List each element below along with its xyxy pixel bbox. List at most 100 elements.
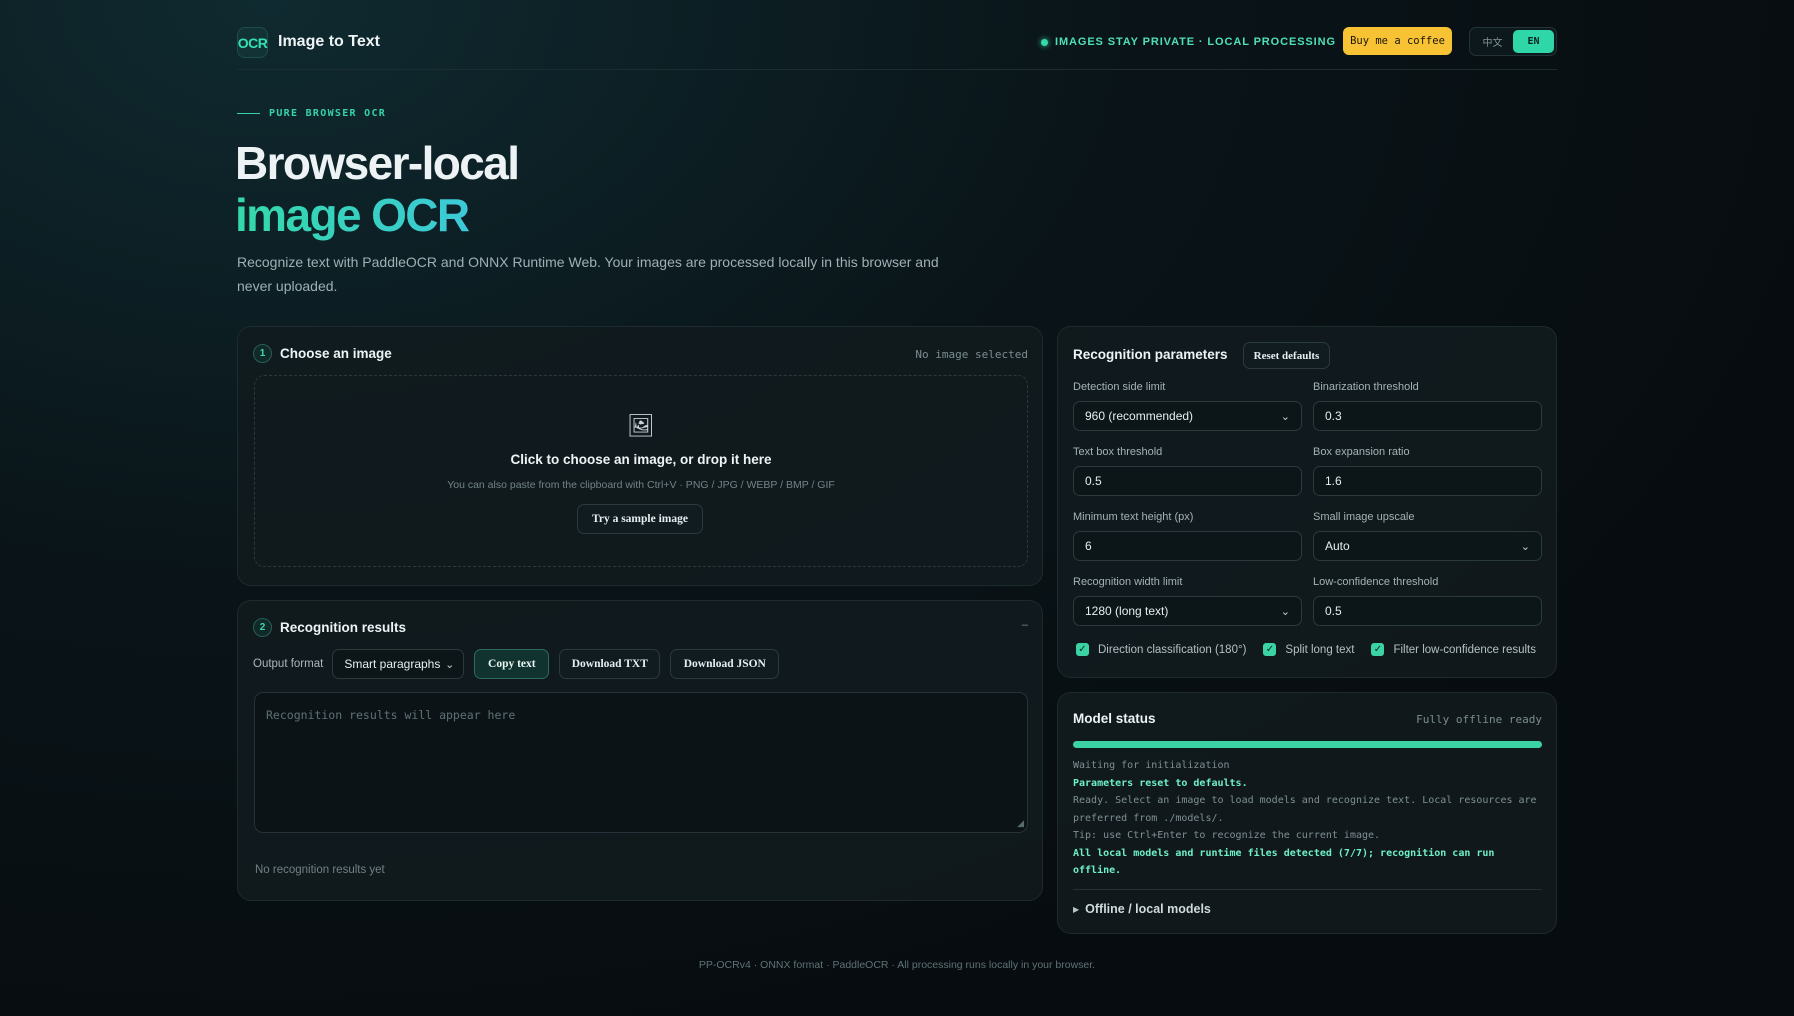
model-status-title: Model status [1073,711,1156,726]
field-value: 0.5 [1085,474,1102,488]
binarization-threshold-input[interactable]: 0.3 [1313,401,1542,431]
field-value: 0.5 [1325,604,1342,618]
privacy-badge: IMAGES STAY PRIVATE · LOCAL PROCESSING [1041,36,1336,48]
parameter-checkboxes: ✓ Direction classification (180°) ✓ Spli… [1076,643,1536,656]
eyebrow: PURE BROWSER OCR [237,108,386,119]
checkmark-icon[interactable]: ✓ [1263,643,1277,656]
results-heading: 2 Recognition results [253,618,406,637]
privacy-text: IMAGES STAY PRIVATE · LOCAL PROCESSING [1055,36,1336,48]
eyebrow-text: PURE BROWSER OCR [269,108,387,119]
field-value: 6 [1085,539,1092,553]
logo: OCR [237,27,268,58]
collapse-toggle[interactable]: – [1022,619,1028,631]
chevron-down-icon: ⌄ [445,658,455,671]
lang-zh-button[interactable]: 中文 [1472,30,1513,53]
log-line: Parameters reset to defaults. [1073,777,1248,789]
field-detection-side-limit: Detection side limit 960 (recommended) ⌄ [1073,381,1302,431]
card-title: Recognition results [280,620,407,635]
field-label: Binarization threshold [1313,381,1419,393]
top-header: OCR Image to Text IMAGES STAY PRIVATE · … [237,26,1557,70]
dropzone-title: Click to choose an image, or drop it her… [510,452,772,467]
box-expansion-ratio-input[interactable]: 1.6 [1313,466,1542,496]
parameters-title: Recognition parameters [1073,347,1228,362]
field-label: Small image upscale [1313,511,1415,523]
model-status-card: Model status Fully offline ready Waiting… [1057,692,1557,934]
field-binarization-threshold: Binarization threshold 0.3 [1313,381,1542,431]
small-image-upscale-select[interactable]: Auto ⌄ [1313,531,1542,561]
field-label: Text box threshold [1073,446,1163,458]
field-value: Auto [1325,539,1350,553]
field-value: 1.6 [1325,474,1342,488]
checkmark-icon[interactable]: ✓ [1371,643,1385,656]
buy-coffee-button[interactable]: Buy me a coffee [1343,27,1452,55]
triangle-right-icon: ▶ [1073,904,1080,914]
chevron-down-icon: ⌄ [1520,540,1530,553]
dropzone-hint: You can also paste from the clipboard wi… [447,479,835,491]
reset-defaults-button[interactable]: Reset defaults [1243,342,1330,369]
image-status: No image selected [915,348,1028,361]
log-line: Ready. Select an image to load models an… [1073,795,1537,824]
language-switch: 中文 EN [1469,27,1557,56]
output-format-select[interactable]: Smart paragraphs ⌄ [332,649,465,679]
image-dropzone[interactable]: 🖼 Click to choose an image, or drop it h… [254,375,1028,567]
detection-side-limit-select[interactable]: 960 (recommended) ⌄ [1073,401,1302,431]
log-line: Tip: use Ctrl+Enter to recognize the cur… [1073,830,1381,841]
card-title: Choose an image [280,346,392,361]
direction-classification-checkbox[interactable]: ✓ Direction classification (180°) [1076,643,1246,656]
offline-models-label: Offline / local models [1085,902,1211,916]
image-icon: 🖼 [627,413,655,438]
step-number: 2 [253,618,272,637]
page-footer: PP-OCRv4 · ONNX format · PaddleOCR · All… [698,959,1096,971]
resize-handle-icon[interactable]: ◢ [1017,818,1024,829]
field-label: Recognition width limit [1073,576,1183,588]
field-label: Box expansion ratio [1313,446,1410,458]
field-small-image-upscale: Small image upscale Auto ⌄ [1313,511,1542,561]
results-card: 2 Recognition results – Output format Sm… [237,600,1043,901]
low-confidence-threshold-input[interactable]: 0.5 [1313,596,1542,626]
step-number: 1 [253,344,272,363]
text-box-threshold-input[interactable]: 0.5 [1073,466,1302,496]
results-textarea[interactable]: Recognition results will appear here ◢ [254,692,1028,833]
page-description: Recognize text with PaddleOCR and ONNX R… [237,254,939,294]
log-line: All local models and runtime files detec… [1073,847,1495,877]
filter-low-confidence-checkbox[interactable]: ✓ Filter low-confidence results [1371,643,1536,656]
model-progress-fill [1073,741,1542,748]
split-long-text-checkbox[interactable]: ✓ Split long text [1263,643,1354,656]
model-status-text: Fully offline ready [1416,713,1542,726]
results-placeholder: Recognition results will appear here [266,708,516,722]
download-txt-button[interactable]: Download TXT [559,649,661,679]
page-title-line1: Browser-local [235,137,520,189]
chevron-down-icon: ⌄ [1280,410,1290,423]
field-min-text-height: Minimum text height (px) 6 [1073,511,1302,561]
eyebrow-line [237,113,260,114]
results-toolbar: Output format Smart paragraphs ⌄ Copy te… [253,649,780,679]
status-dot-icon [1041,38,1048,46]
field-box-expansion-ratio: Box expansion ratio 1.6 [1313,446,1542,496]
log-line: Waiting for initialization [1073,760,1230,771]
checkmark-icon[interactable]: ✓ [1076,643,1089,656]
field-value: 960 (recommended) [1085,409,1194,423]
model-progress-bar [1073,741,1542,748]
download-json-button[interactable]: Download JSON [670,649,780,679]
page-title-line2: image OCR [235,189,470,241]
choose-image-card: 1 Choose an image No image selected 🖼 Cl… [237,326,1043,586]
output-format-value: Smart paragraphs [344,657,441,671]
copy-text-button[interactable]: Copy text [474,649,550,679]
field-recognition-width-limit: Recognition width limit 1280 (long text)… [1073,576,1302,626]
field-low-confidence-threshold: Low-confidence threshold 0.5 [1313,576,1542,626]
field-text-box-threshold: Text box threshold 0.5 [1073,446,1302,496]
results-empty-note: No recognition results yet [255,864,385,876]
chevron-down-icon: ⌄ [1280,605,1290,618]
app-title: Image to Text [278,33,380,50]
field-label: Detection side limit [1073,381,1166,393]
checkbox-label: Filter low-confidence results [1393,643,1536,656]
recognition-width-limit-select[interactable]: 1280 (long text) ⌄ [1073,596,1302,626]
try-sample-button[interactable]: Try a sample image [577,504,703,534]
choose-image-heading: 1 Choose an image [253,344,392,363]
offline-models-toggle[interactable]: ▶ Offline / local models [1073,902,1211,916]
checkbox-label: Direction classification (180°) [1098,643,1247,656]
status-log: Waiting for initialization Parameters re… [1073,757,1547,880]
min-text-height-input[interactable]: 6 [1073,531,1302,561]
lang-en-button[interactable]: EN [1513,30,1554,53]
divider [1073,889,1542,890]
